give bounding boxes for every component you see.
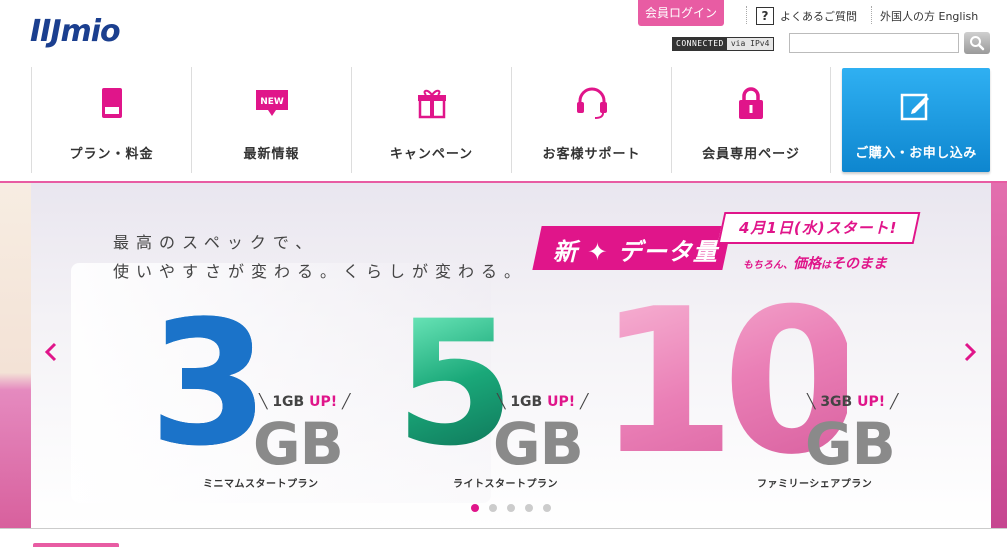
carousel-dot[interactable] xyxy=(525,504,533,512)
sim-card-icon xyxy=(92,83,132,123)
plan-3-upgrade: ╲ 3GB UP! ╱ xyxy=(807,394,899,410)
plan-3-unit: GB xyxy=(805,410,896,478)
plan-1-up-amount: 1GB xyxy=(272,394,305,410)
data-badge-text: 新 ✦ データ量 xyxy=(553,238,718,266)
headset-icon xyxy=(572,83,612,123)
nav-item-plans[interactable]: プラン・料金 xyxy=(31,67,191,173)
plan-1-number: 3 xyxy=(149,283,269,484)
nav-item-label: 会員専用ページ xyxy=(702,147,800,162)
connection-status: CONNECTED via IPv4 xyxy=(672,37,775,51)
purchase-apply-button[interactable]: ご購入・お申し込み xyxy=(842,68,990,172)
hero-next-slide-peek xyxy=(991,183,1007,528)
faq-link[interactable]: ? よくあるご質問 xyxy=(756,6,857,26)
nav-item-campaign[interactable]: キャンペーン xyxy=(351,67,511,173)
nav-item-label: 最新情報 xyxy=(243,147,300,162)
connection-protocol: via IPv4 xyxy=(726,38,774,50)
hero-headline-line-2: 使いやすさが変わる。くらしが変わる。 xyxy=(113,262,528,281)
divider xyxy=(746,6,748,24)
plan-1-upgrade: ╲ 1GB UP! ╱ xyxy=(259,394,351,410)
foreign-visitors-link[interactable]: 外国人の方 English xyxy=(880,8,978,24)
carousel-dot[interactable] xyxy=(507,504,515,512)
plan-2-upgrade: ╲ 1GB UP! ╱ xyxy=(497,394,589,410)
chevron-left-icon xyxy=(44,342,57,362)
plan-2-up-amount: 1GB xyxy=(510,394,543,410)
carousel-dot[interactable] xyxy=(489,504,497,512)
carousel-indicators xyxy=(471,504,551,512)
new-badge-text: NEW xyxy=(260,97,284,107)
divider xyxy=(871,6,873,24)
plan-1-name: ミニマムスタートプラン xyxy=(203,479,319,490)
plan-2-number: 5 xyxy=(395,283,515,484)
chevron-right-icon xyxy=(964,342,977,362)
search-input[interactable] xyxy=(789,33,959,53)
nav-item-label: キャンペーン xyxy=(389,147,474,162)
plan-2-up-label: UP! xyxy=(547,394,576,410)
nav-item-support[interactable]: お客様サポート xyxy=(511,67,671,173)
question-icon: ? xyxy=(756,7,774,25)
plan-2-name: ライトスタートプラン xyxy=(453,479,558,490)
main-nav: プラン・料金 NEW 最新情報 キャンペーン お客様サポート 会員専用ページ xyxy=(31,67,831,173)
gift-icon xyxy=(412,83,452,123)
logo-text: IIJmio xyxy=(30,14,121,49)
plan-3-name: ファミリーシェアプラン xyxy=(757,479,873,490)
search-button[interactable] xyxy=(964,32,990,54)
member-login-button[interactable]: 会員ログイン xyxy=(638,0,724,26)
nav-item-members[interactable]: 会員専用ページ xyxy=(671,67,831,173)
hero-bottom-border xyxy=(0,528,1007,529)
nav-item-label: プラン・料金 xyxy=(69,147,154,162)
logo[interactable]: IIJmio xyxy=(30,14,148,50)
plan-3-up-label: UP! xyxy=(857,394,886,410)
search-icon xyxy=(970,36,985,51)
plan-1-unit: GB xyxy=(253,410,344,478)
new-badge-icon: NEW xyxy=(252,83,292,123)
carousel-next-button[interactable] xyxy=(958,340,982,364)
hero-headline: 最高のスペックで、 使いやすさが変わる。くらしが変わる。 xyxy=(113,228,527,286)
plan-1-up-label: UP! xyxy=(309,394,338,410)
hero-prev-slide-peek xyxy=(0,183,31,528)
plan-2-unit: GB xyxy=(493,410,584,478)
faq-label: よくあるご質問 xyxy=(780,10,857,23)
start-date-badge-text: 4月1日(水)スタート! xyxy=(739,219,898,237)
carousel-dot[interactable] xyxy=(471,504,479,512)
hero-headline-line-1: 最高のスペックで、 xyxy=(113,233,319,252)
connection-status-label: CONNECTED xyxy=(673,38,727,50)
carousel-prev-button[interactable] xyxy=(39,340,63,364)
plan-3-up-amount: 3GB xyxy=(820,394,853,410)
purchase-apply-label: ご購入・お申し込み xyxy=(855,146,977,161)
nav-item-label: お客様サポート xyxy=(542,147,641,162)
section-tab[interactable] xyxy=(33,543,119,547)
hero-banner[interactable]: 最高のスペックで、 使いやすさが変わる。くらしが変わる。 新 ✦ データ量 4月… xyxy=(31,183,991,528)
carousel-dot[interactable] xyxy=(543,504,551,512)
lock-icon xyxy=(731,83,771,123)
nav-item-news[interactable]: NEW 最新情報 xyxy=(191,67,351,173)
edit-icon xyxy=(900,93,929,121)
